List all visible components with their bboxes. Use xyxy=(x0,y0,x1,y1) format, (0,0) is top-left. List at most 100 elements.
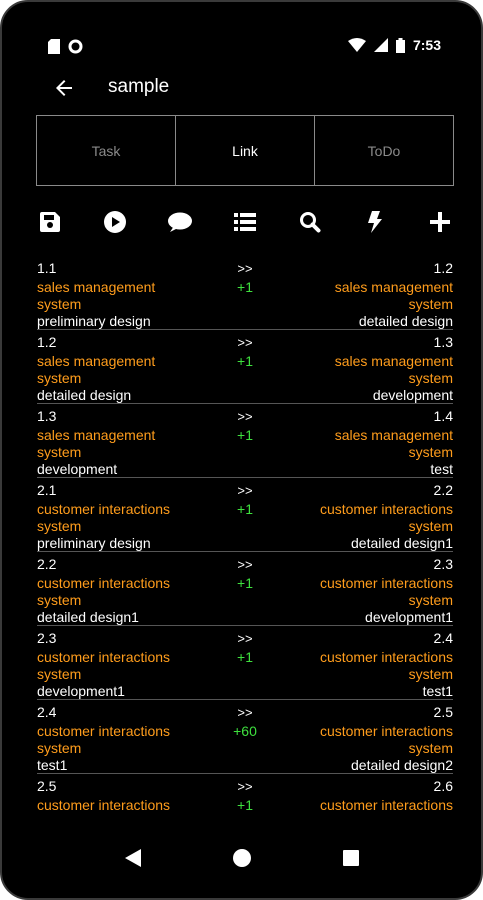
sd-card-icon xyxy=(48,39,60,54)
link-arrow: >> xyxy=(237,261,253,276)
circle-notification-icon xyxy=(68,39,83,54)
to-task: development xyxy=(372,387,453,403)
link-offset: +1 xyxy=(237,575,253,591)
from-system: sales management system xyxy=(37,427,156,460)
link-row[interactable]: 1.2 >> 1.3 sales management system +1 sales … xyxy=(37,330,453,404)
to-system: customer interactions system xyxy=(319,501,453,534)
to-task: development1 xyxy=(365,609,453,625)
from-id: 2.1 xyxy=(37,482,57,498)
link-offset: +1 xyxy=(237,649,253,665)
plus-icon xyxy=(430,212,450,232)
link-arrow: >> xyxy=(237,409,253,424)
status-time: 7:53 xyxy=(412,37,441,53)
link-row[interactable]: 1.3 >> 1.4 sales management system +1 sales … xyxy=(37,404,453,478)
link-row[interactable]: 2.5 >> 2.6 customer interactions +1 customer… xyxy=(37,774,453,822)
link-arrow: >> xyxy=(237,779,253,794)
link-arrow: >> xyxy=(237,335,253,350)
from-id: 2.2 xyxy=(37,556,57,572)
list-icon xyxy=(234,213,256,231)
to-system: sales management system xyxy=(334,427,453,460)
to-system: customer interactions system xyxy=(319,575,453,608)
search-icon xyxy=(300,212,321,233)
from-system: sales management system xyxy=(37,279,156,312)
list-button[interactable] xyxy=(231,208,259,236)
comment-button[interactable] xyxy=(166,208,194,236)
from-system: customer interactions system xyxy=(37,649,171,682)
to-id: 1.4 xyxy=(433,408,453,424)
to-id: 1.2 xyxy=(433,260,453,276)
from-task: development xyxy=(37,461,118,477)
to-id: 2.2 xyxy=(433,482,453,498)
bolt-icon xyxy=(368,211,382,233)
link-row[interactable]: 2.3 >> 2.4 customer interactions system +1 c… xyxy=(37,626,453,700)
notification-icons xyxy=(48,39,83,54)
from-system: sales management system xyxy=(37,353,156,386)
phone-screen: 7:53 sample Task Link ToDo 1.1 >> 1.2 sa… xyxy=(0,0,483,900)
from-task: development1 xyxy=(37,683,125,699)
to-task: test1 xyxy=(422,683,453,699)
to-task: detailed design1 xyxy=(351,535,453,551)
link-arrow: >> xyxy=(237,557,253,572)
link-offset: +1 xyxy=(237,279,253,295)
navigation-bar xyxy=(2,818,481,898)
link-row[interactable]: 1.1 >> 1.2 sales management system +1 sales … xyxy=(37,256,453,330)
play-button[interactable] xyxy=(101,208,129,236)
save-button[interactable] xyxy=(36,208,64,236)
link-arrow: >> xyxy=(237,631,253,646)
from-id: 1.3 xyxy=(37,408,57,424)
to-system: sales management system xyxy=(334,353,453,386)
link-offset: +60 xyxy=(233,723,257,739)
comment-icon xyxy=(168,212,192,232)
to-task: detailed design2 xyxy=(351,757,453,773)
link-row[interactable]: 2.2 >> 2.3 customer interactions system +1 c… xyxy=(37,552,453,626)
from-id: 2.4 xyxy=(37,704,57,720)
nav-recents-icon[interactable] xyxy=(342,850,359,866)
to-id: 2.6 xyxy=(433,778,453,794)
from-system: customer interactions system xyxy=(37,723,171,756)
app-bar: sample xyxy=(2,66,481,110)
nav-home-icon[interactable] xyxy=(232,849,251,867)
action-toolbar xyxy=(36,208,454,238)
tab-bar: Task Link ToDo xyxy=(36,115,454,186)
from-task: detailed design xyxy=(37,387,132,403)
link-list: 1.1 >> 1.2 sales management system +1 sales … xyxy=(37,256,453,822)
battery-icon xyxy=(395,37,405,53)
link-offset: +1 xyxy=(237,501,253,517)
status-icons: 7:53 xyxy=(347,37,441,53)
add-button[interactable] xyxy=(426,208,454,236)
link-row[interactable]: 2.4 >> 2.5 customer interactions system +60… xyxy=(37,700,453,774)
from-task: preliminary design xyxy=(37,313,151,329)
cell-signal-icon xyxy=(373,38,388,52)
to-system: customer interactions system xyxy=(319,723,453,756)
from-system: customer interactions system xyxy=(37,575,171,608)
from-task: test1 xyxy=(37,757,68,773)
to-task: detailed design xyxy=(358,313,453,329)
to-id: 2.5 xyxy=(433,704,453,720)
link-arrow: >> xyxy=(237,483,253,498)
tab-task[interactable]: Task xyxy=(37,116,176,185)
to-id: 2.4 xyxy=(433,630,453,646)
to-system: customer interactions system xyxy=(319,649,453,682)
nav-back-icon[interactable] xyxy=(124,849,141,867)
back-arrow-icon[interactable] xyxy=(52,76,76,100)
tab-link[interactable]: Link xyxy=(176,116,315,185)
link-arrow: >> xyxy=(237,705,253,720)
from-system: customer interactions system xyxy=(37,501,171,534)
play-icon xyxy=(104,211,126,233)
search-button[interactable] xyxy=(296,208,324,236)
from-id: 2.5 xyxy=(37,778,57,794)
page-title: sample xyxy=(108,76,170,97)
to-system: sales management system xyxy=(334,279,453,312)
link-offset: +1 xyxy=(237,427,253,443)
to-id: 2.3 xyxy=(433,556,453,572)
link-offset: +1 xyxy=(237,353,253,369)
from-id: 1.1 xyxy=(37,260,57,276)
tab-todo[interactable]: ToDo xyxy=(315,116,453,185)
bolt-button[interactable] xyxy=(361,208,389,236)
wifi-icon xyxy=(347,38,366,52)
from-task: preliminary design xyxy=(37,535,151,551)
save-icon xyxy=(40,212,60,232)
link-row[interactable]: 2.1 >> 2.2 customer interactions system +1 c… xyxy=(37,478,453,552)
to-id: 1.3 xyxy=(433,334,453,350)
to-task: test xyxy=(430,461,453,477)
